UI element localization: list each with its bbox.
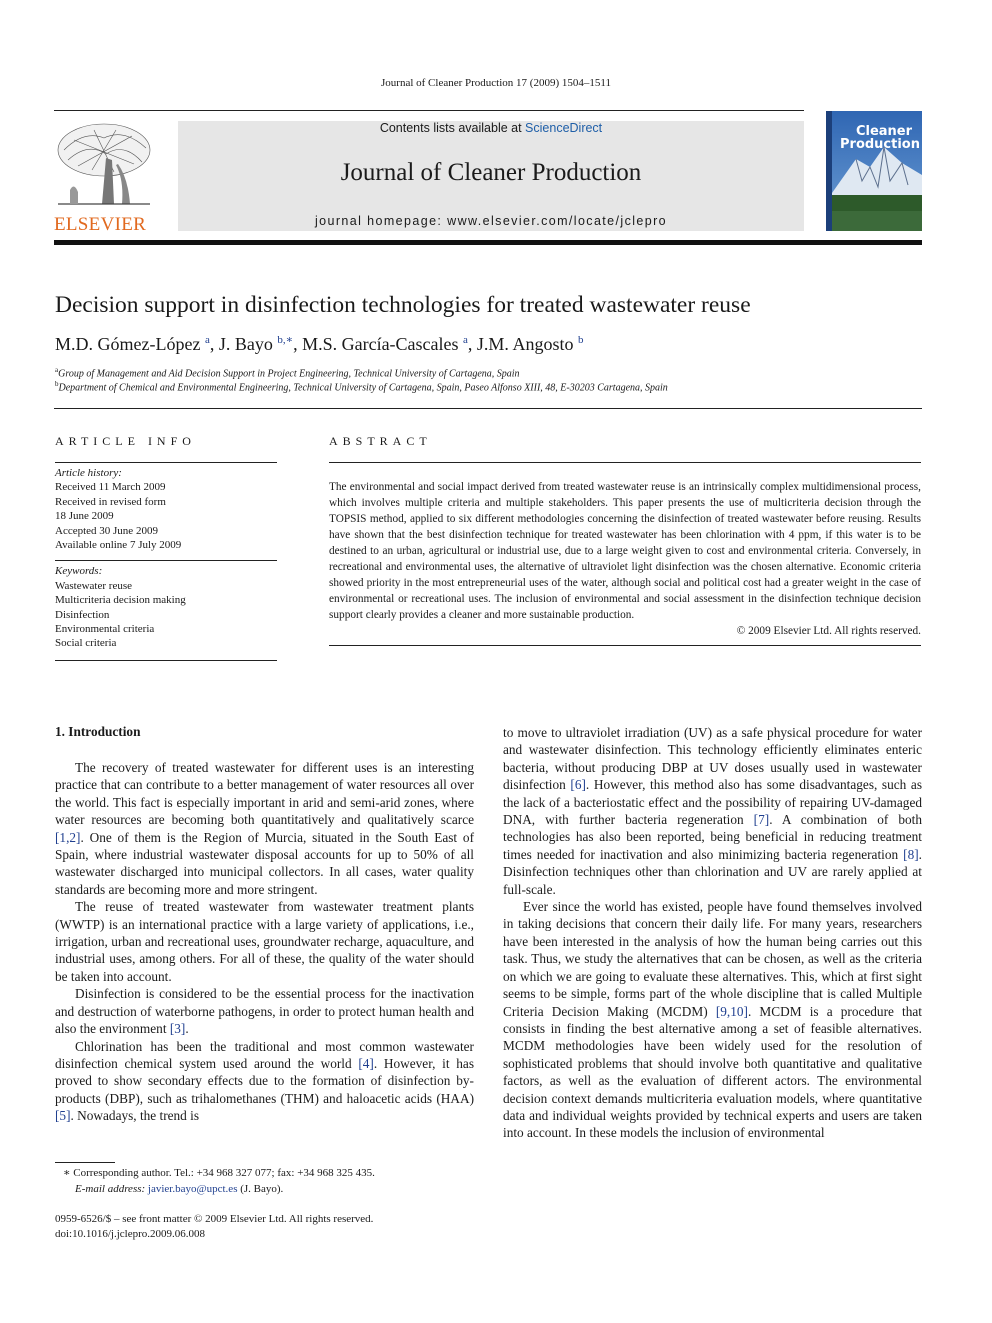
- paragraph-text: The recovery of treated wastewater for d…: [55, 760, 474, 828]
- affiliation-a: aGroup of Management and Aid Decision Su…: [55, 366, 520, 379]
- history-item: Available online 7 July 2009: [55, 539, 182, 552]
- keyword: Social criteria: [55, 637, 117, 650]
- contents-prefix: Contents lists available at: [379, 121, 526, 135]
- footnote-rule: [55, 1162, 115, 1163]
- paragraph-text: . MCDM is a procedure that consists in f…: [503, 1003, 922, 1141]
- bottom-info: 0959-6526/$ – see front matter © 2009 El…: [55, 1212, 373, 1242]
- citation-link[interactable]: [1,2]: [55, 830, 80, 845]
- author[interactable]: M.D. Gómez-López a,: [55, 334, 219, 354]
- history-item: Received in revised form: [55, 495, 166, 508]
- author-list: M.D. Gómez-López a, J. Bayo b,∗, M.S. Ga…: [55, 333, 583, 355]
- body-column-left: The recovery of treated wastewater for d…: [55, 759, 474, 1125]
- journal-cover-image[interactable]: Cleaner Production: [826, 111, 922, 231]
- keywords: Keywords: Wastewater reuse Multicriteria…: [55, 564, 277, 650]
- article-history: Article history: Received 11 March 2009 …: [55, 466, 277, 552]
- divider: [55, 462, 277, 463]
- citation-link[interactable]: [8]: [903, 847, 919, 862]
- header-rule: [54, 110, 804, 111]
- paragraph: The reuse of treated wastewater from was…: [55, 898, 474, 985]
- abstract-heading: ABSTRACT: [329, 434, 432, 448]
- footnote: ∗ Corresponding author. Tel.: +34 968 32…: [55, 1165, 375, 1197]
- abstract-text: The environmental and social impact deri…: [329, 481, 921, 621]
- paragraph-text: The reuse of treated wastewater from was…: [55, 899, 474, 984]
- author[interactable]: J. Bayo b,∗,: [219, 334, 302, 354]
- doi-link[interactable]: doi:10.1016/j.jclepro.2009.06.008: [55, 1227, 373, 1242]
- article-title: Decision support in disinfection technol…: [55, 292, 751, 318]
- section-heading-introduction: 1. Introduction: [55, 724, 141, 739]
- affiliation-text: Group of Management and Aid Decision Sup…: [58, 368, 520, 380]
- history-item: Received 11 March 2009: [55, 481, 166, 494]
- email-suffix: (J. Bayo).: [237, 1183, 284, 1195]
- divider: [55, 659, 277, 661]
- history-item: Accepted 30 June 2009: [55, 524, 158, 537]
- paragraph: to move to ultraviolet irradiation (UV) …: [503, 724, 922, 898]
- journal-title: Journal of Cleaner Production: [340, 159, 642, 186]
- citation-link[interactable]: [5]: [55, 1108, 71, 1123]
- affiliation-text: Department of Chemical and Environmental…: [58, 382, 668, 394]
- separator: ,: [209, 334, 219, 354]
- paragraph-text: Disinfection is considered to be the ess…: [55, 986, 474, 1037]
- elsevier-logo[interactable]: ELSEVIER: [54, 120, 154, 235]
- journal-banner: Contents lists available at ScienceDirec…: [178, 121, 804, 231]
- article-info: ARTICLE INFO Article history: Received 1…: [55, 434, 277, 661]
- paragraph-text: . One of them is the Region of Murcia, s…: [55, 829, 474, 897]
- citation-link[interactable]: [4]: [358, 1056, 374, 1071]
- footnote-text: Corresponding author. Tel.: +34 968 327 …: [70, 1167, 375, 1179]
- keywords-label: Keywords:: [55, 565, 103, 578]
- affiliation-b: bDepartment of Chemical and Environmenta…: [55, 380, 668, 393]
- history-item: 18 June 2009: [55, 510, 114, 523]
- history-label: Article history:: [55, 467, 122, 479]
- author-name: J.M. Angosto: [476, 334, 574, 354]
- author[interactable]: J.M. Angosto b: [477, 334, 584, 354]
- citation-link[interactable]: [3]: [170, 1021, 186, 1036]
- cover-title-line2: Production: [840, 137, 920, 152]
- affiliation-mark[interactable]: b: [578, 334, 584, 346]
- journal-homepage-link[interactable]: journal homepage: www.elsevier.com/locat…: [178, 214, 804, 228]
- paragraph: Ever since the world has existed, people…: [503, 898, 922, 1142]
- divider: [55, 560, 277, 562]
- running-head: Journal of Cleaner Production 17 (2009) …: [381, 77, 611, 89]
- paragraph: Disinfection is considered to be the ess…: [55, 985, 474, 1037]
- author-name: M.S. García-Cascales: [302, 334, 459, 354]
- citation-link[interactable]: [9,10]: [716, 1004, 748, 1019]
- paragraph-text: Ever since the world has existed, people…: [503, 899, 922, 1019]
- keyword: Multicriteria decision making: [55, 594, 186, 607]
- abstract: ABSTRACT The environmental and social im…: [329, 434, 921, 646]
- cover-mountain-icon: Cleaner Production: [826, 111, 922, 231]
- section-rule: [54, 408, 922, 409]
- issn-line: 0959-6526/$ – see front matter © 2009 El…: [55, 1213, 374, 1225]
- contents-line: Contents lists available at ScienceDirec…: [178, 121, 804, 136]
- sciencedirect-link[interactable]: ScienceDirect: [525, 121, 602, 135]
- keyword: Environmental criteria: [55, 623, 155, 636]
- paragraph-text: .: [185, 1021, 189, 1037]
- elsevier-wordmark: ELSEVIER: [54, 214, 147, 235]
- affiliation-mark[interactable]: b,∗: [277, 334, 293, 346]
- article-info-heading: ARTICLE INFO: [55, 434, 196, 448]
- citation-link[interactable]: [6]: [570, 777, 586, 792]
- body-column-right: to move to ultraviolet irradiation (UV) …: [503, 724, 922, 1142]
- author-name: J. Bayo: [218, 334, 273, 354]
- paragraph: The recovery of treated wastewater for d…: [55, 759, 474, 898]
- author[interactable]: M.S. García-Cascales a,: [302, 334, 477, 354]
- divider: [329, 645, 921, 646]
- abstract-copyright: © 2009 Elsevier Ltd. All rights reserved…: [736, 625, 921, 637]
- separator: ,: [467, 334, 477, 354]
- elsevier-tree-icon: [57, 123, 151, 205]
- email-label: E-mail address:: [75, 1183, 146, 1195]
- keyword: Wastewater reuse: [55, 579, 132, 592]
- masthead-rule: [54, 240, 922, 245]
- author-name: M.D. Gómez-López: [55, 334, 201, 354]
- divider: [329, 462, 921, 463]
- paragraph: Chlorination has been the traditional an…: [55, 1038, 474, 1125]
- email-link[interactable]: javier.bayo@upct.es: [148, 1183, 238, 1195]
- citation-link[interactable]: [7]: [754, 812, 770, 827]
- keyword: Disinfection: [55, 608, 110, 621]
- separator: ,: [293, 334, 303, 354]
- paragraph-text: . Nowadays, the trend is: [70, 1108, 200, 1124]
